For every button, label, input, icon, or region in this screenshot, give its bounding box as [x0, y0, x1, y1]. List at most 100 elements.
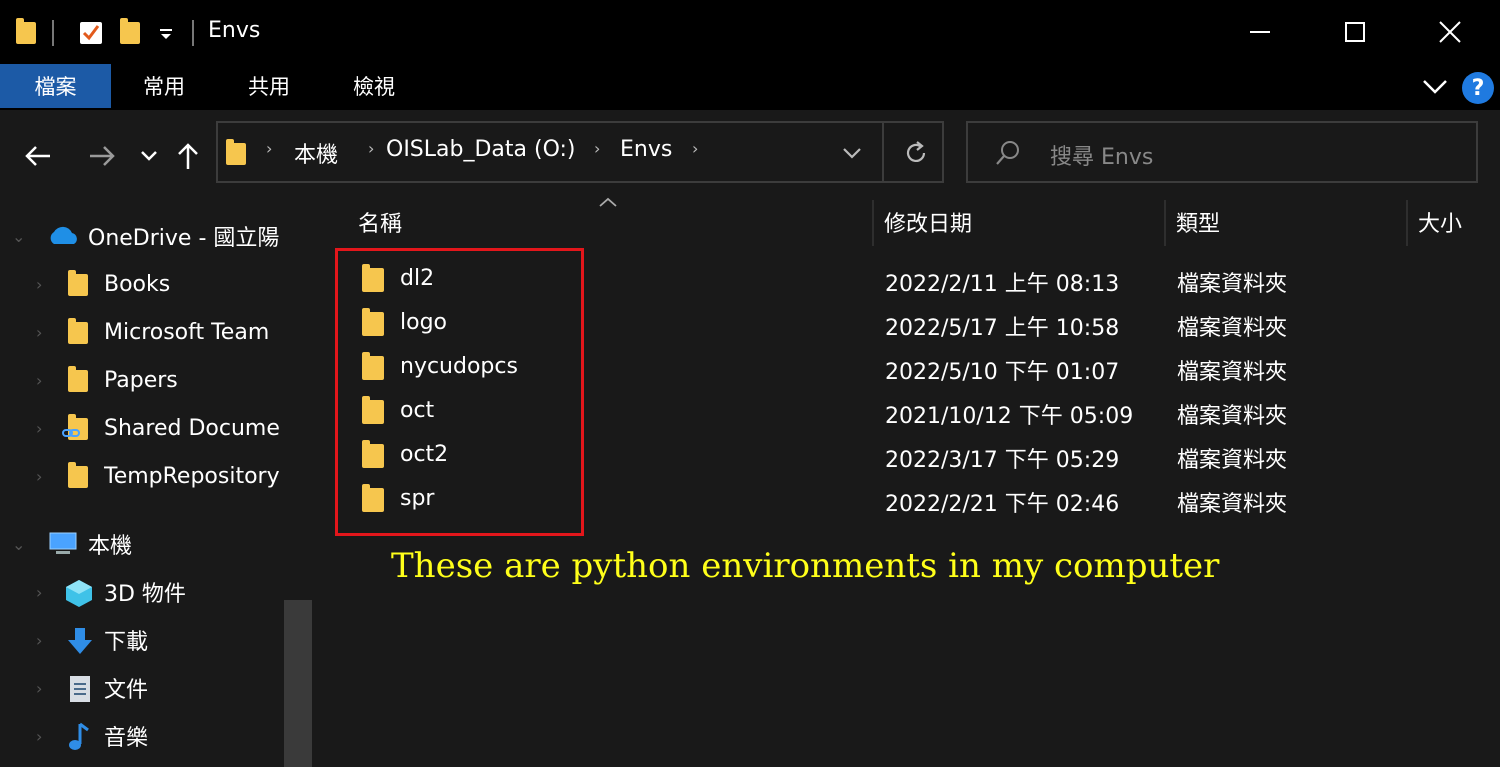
- chevron-right-icon[interactable]: ›: [36, 679, 42, 698]
- folder-icon: [16, 18, 36, 44]
- up-button[interactable]: [172, 138, 204, 174]
- forward-button[interactable]: [84, 138, 120, 174]
- 3d-objects-icon: [66, 580, 92, 607]
- new-folder-icon[interactable]: [120, 18, 140, 44]
- chevron-right-icon[interactable]: ›: [36, 419, 42, 438]
- breadcrumb-envs[interactable]: Envs: [620, 137, 672, 162]
- download-icon: [68, 628, 92, 654]
- navigation-bar: › 本機 › OISLab_Data (O:) › Envs › 搜尋 Envs: [0, 110, 1500, 200]
- chevron-right-icon[interactable]: ›: [36, 727, 42, 746]
- chevron-down-icon[interactable]: ⌄: [12, 227, 25, 246]
- folder-icon: [68, 270, 88, 296]
- tab-home[interactable]: 常用: [112, 64, 216, 108]
- chevron-down-icon: [141, 151, 157, 161]
- expand-ribbon-icon[interactable]: [1422, 78, 1448, 96]
- breadcrumb-separator: ›: [266, 139, 273, 158]
- search-box[interactable]: 搜尋 Envs: [966, 121, 1478, 183]
- minimize-button[interactable]: [1220, 8, 1300, 56]
- tab-view[interactable]: 檢視: [322, 64, 426, 108]
- arrow-left-icon: [25, 146, 50, 166]
- address-bar[interactable]: › 本機 › OISLab_Data (O:) › Envs ›: [216, 121, 944, 183]
- column-header-type[interactable]: 類型: [1176, 206, 1220, 238]
- nav-item-downloads[interactable]: › 下載: [0, 618, 300, 662]
- nav-item-onedrive[interactable]: ⌄ OneDrive - 國立陽: [0, 214, 300, 258]
- address-history-icon[interactable]: [842, 147, 862, 161]
- music-icon: [69, 722, 89, 750]
- nav-label: Books: [104, 271, 171, 297]
- file-date: 2022/5/10 下午 01:07: [885, 360, 1120, 385]
- nav-item-books[interactable]: › Books: [0, 262, 300, 306]
- annotation-text: These are python environments in my comp…: [391, 546, 1220, 586]
- chevron-right-icon[interactable]: ›: [36, 323, 42, 342]
- maximize-button[interactable]: [1315, 8, 1395, 56]
- navigation-pane: ⌄ OneDrive - 國立陽 › Books › Microsoft Tea…: [0, 200, 314, 767]
- folder-icon: [68, 462, 88, 488]
- nav-item-shared-documents[interactable]: › Shared Docume: [0, 406, 300, 450]
- nav-item-temp-repository[interactable]: › TempRepository: [0, 454, 300, 498]
- customize-toolbar-icon[interactable]: [158, 26, 174, 42]
- breadcrumb-drive[interactable]: OISLab_Data (O:): [386, 137, 576, 162]
- window-title: Envs: [208, 18, 261, 43]
- onedrive-cloud-icon: [50, 226, 77, 244]
- chevron-down-icon[interactable]: ⌄: [12, 535, 25, 554]
- nav-label: 本機: [88, 534, 133, 559]
- chevron-right-icon[interactable]: ›: [36, 467, 42, 486]
- nav-item-music[interactable]: › 音樂: [0, 714, 300, 758]
- column-header-size[interactable]: 大小: [1418, 206, 1462, 238]
- chevron-right-icon[interactable]: ›: [36, 371, 42, 390]
- column-divider[interactable]: [872, 200, 874, 246]
- recent-locations-button[interactable]: [136, 138, 162, 174]
- nav-item-papers[interactable]: › Papers: [0, 358, 300, 402]
- link-icon: [62, 429, 80, 437]
- chevron-right-icon[interactable]: ›: [36, 583, 42, 602]
- search-icon: [996, 141, 1019, 165]
- highlight-box: [335, 248, 584, 536]
- breadcrumb-separator: ›: [594, 139, 601, 158]
- file-type: 檔案資料夾: [1177, 448, 1288, 473]
- divider: [882, 123, 884, 181]
- nav-label: 下載: [104, 630, 149, 655]
- file-type: 檔案資料夾: [1177, 316, 1288, 341]
- nav-scrollbar-thumb[interactable]: [284, 600, 312, 767]
- file-type: 檔案資料夾: [1177, 360, 1288, 385]
- chevron-right-icon[interactable]: ›: [36, 275, 42, 294]
- nav-label: 3D 物件: [104, 582, 186, 607]
- file-date: 2022/2/21 下午 02:46: [885, 492, 1120, 517]
- breadcrumb-this-pc[interactable]: 本機: [294, 137, 338, 169]
- nav-item-3d-objects[interactable]: › 3D 物件: [0, 570, 300, 614]
- title-bar: Envs: [0, 0, 1500, 64]
- back-button[interactable]: [20, 138, 56, 174]
- help-icon[interactable]: ?: [1462, 72, 1494, 104]
- shared-folder-icon: [62, 414, 88, 440]
- file-date: 2021/10/12 下午 05:09: [885, 404, 1134, 429]
- file-type: 檔案資料夾: [1177, 492, 1288, 517]
- column-divider[interactable]: [1164, 200, 1166, 246]
- tab-file[interactable]: 檔案: [0, 64, 111, 108]
- close-icon: [1439, 21, 1461, 43]
- divider: [192, 20, 194, 46]
- column-header-name[interactable]: 名稱: [358, 206, 402, 238]
- file-date: 2022/2/11 上午 08:13: [885, 272, 1120, 297]
- arrow-right-icon: [90, 146, 115, 166]
- column-header-date-modified[interactable]: 修改日期: [884, 206, 972, 238]
- nav-item-this-pc[interactable]: ⌄ 本機: [0, 522, 300, 566]
- column-divider[interactable]: [1406, 200, 1408, 246]
- nav-label: 音樂: [104, 726, 149, 751]
- chevron-right-icon[interactable]: ›: [36, 631, 42, 650]
- divider: [52, 20, 54, 46]
- nav-item-microsoft-teams[interactable]: › Microsoft Team: [0, 310, 300, 354]
- folder-icon: [68, 366, 88, 392]
- nav-item-documents[interactable]: › 文件: [0, 666, 300, 710]
- arrow-up-icon: [178, 143, 198, 169]
- tab-share[interactable]: 共用: [216, 64, 322, 108]
- properties-icon[interactable]: [78, 20, 104, 46]
- close-button[interactable]: [1410, 8, 1490, 56]
- nav-label: Microsoft Team: [104, 319, 270, 345]
- search-placeholder[interactable]: 搜尋 Envs: [1050, 139, 1153, 171]
- nav-label: OneDrive - 國立陽: [88, 226, 280, 251]
- breadcrumb-separator: ›: [692, 139, 699, 158]
- refresh-icon[interactable]: [902, 139, 930, 167]
- folder-icon: [68, 318, 88, 344]
- nav-label: Shared Docume: [104, 415, 280, 441]
- minimize-icon: [1250, 31, 1270, 33]
